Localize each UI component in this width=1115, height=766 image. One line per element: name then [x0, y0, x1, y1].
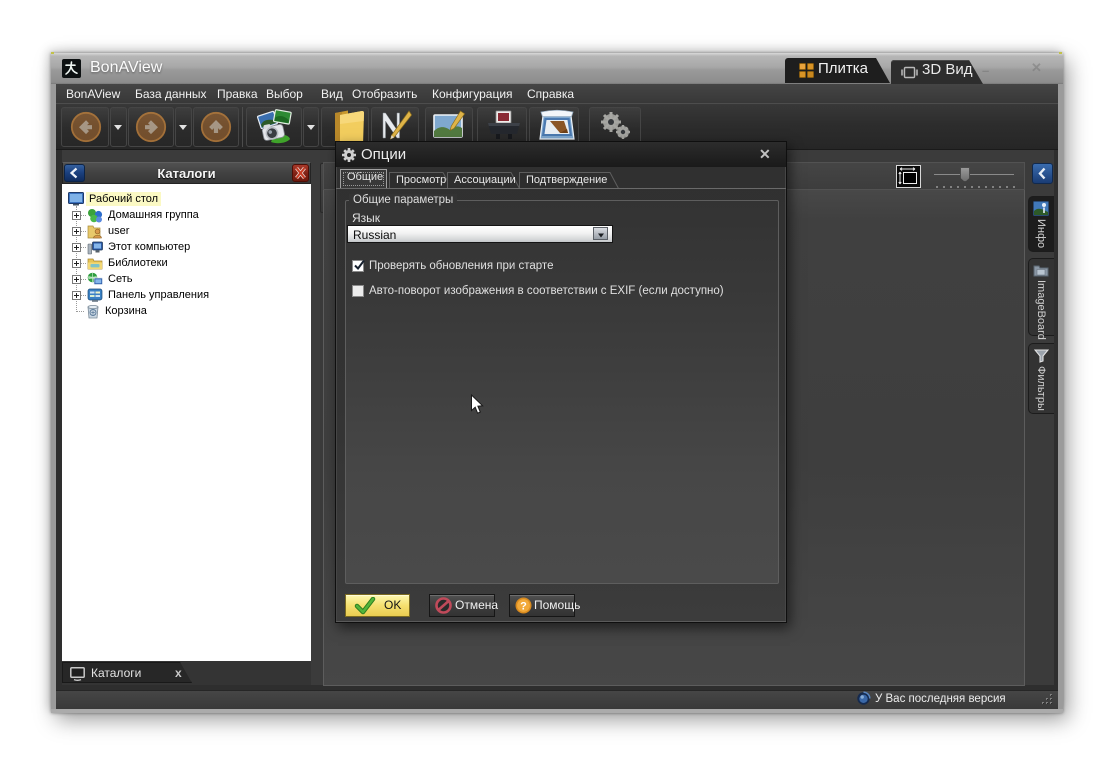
svg-text:?: ?: [520, 600, 527, 612]
